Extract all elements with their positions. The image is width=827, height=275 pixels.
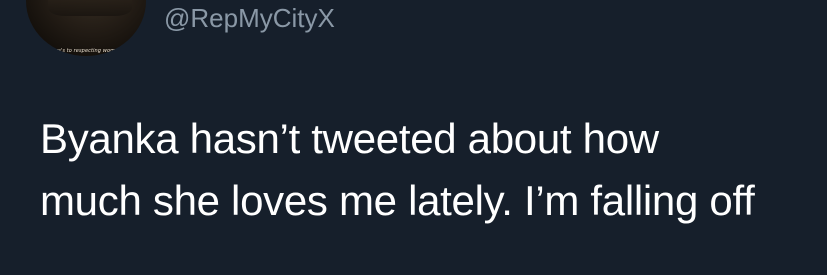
tweet-text: Byanka hasn’t tweeted about how much she… <box>40 108 820 232</box>
author-handle[interactable]: @RepMyCityX <box>164 3 335 33</box>
tweet-text-line: Byanka hasn’t tweeted about how <box>40 115 659 162</box>
avatar-figure-shoulders <box>48 0 132 16</box>
tweet-text-line: much she loves me lately. I’m falling of… <box>40 177 755 224</box>
avatar-caption: ...re's to respecting women <box>50 48 122 54</box>
avatar[interactable]: ...re's to respecting women <box>26 0 146 56</box>
tweet-card: ...re's to respecting women @RepMyCityX … <box>0 0 827 275</box>
